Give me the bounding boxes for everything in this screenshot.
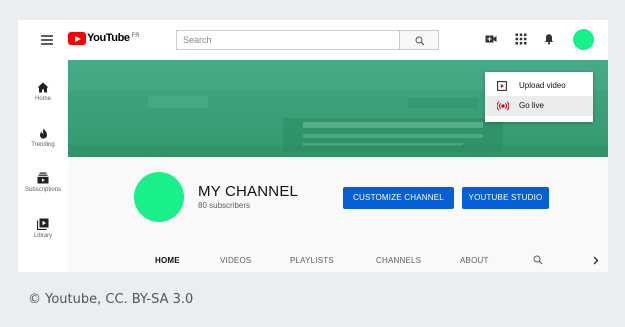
apps-grid-icon[interactable] <box>515 33 527 45</box>
sidebar-item-subscriptions[interactable]: Subscriptions <box>18 172 68 193</box>
channel-avatar[interactable] <box>134 172 184 222</box>
logo-country-code: FR <box>131 33 140 39</box>
image-credit: © Youtube, CC. BY-SA 3.0 <box>28 292 194 307</box>
sidebar-item-home[interactable]: Home <box>18 82 68 102</box>
upload-video-icon <box>497 81 507 91</box>
channel-tabs: HOME VIDEOS PLAYLISTS CHANNELS ABOUT <box>68 250 608 272</box>
youtube-logo[interactable]: YouTube FR <box>68 32 140 46</box>
customize-channel-button[interactable]: CUSTOMIZE CHANNEL <box>343 187 454 209</box>
top-bar: YouTube FR Search <box>18 20 608 60</box>
tab-videos[interactable]: VIDEOS <box>220 256 251 265</box>
channel-header: MY CHANNEL 80 subscribers CUSTOMIZE CHAN… <box>68 157 608 272</box>
menu-item-go-live[interactable]: Go live <box>485 96 593 116</box>
home-icon <box>37 82 49 93</box>
library-icon <box>37 218 49 230</box>
create-menu-dropdown: Upload video Go live <box>485 72 593 122</box>
go-live-icon <box>497 101 509 111</box>
flame-icon <box>39 128 47 139</box>
menu-item-upload-video[interactable]: Upload video <box>485 76 593 96</box>
logo-wordmark: YouTube <box>87 32 130 44</box>
sidebar: Home Trending Subscriptions Library <box>18 60 68 272</box>
tab-home[interactable]: HOME <box>155 256 180 265</box>
sidebar-item-label: Subscriptions <box>24 187 62 193</box>
subscriber-count: 80 subscribers <box>198 201 251 210</box>
create-video-icon[interactable] <box>485 33 497 45</box>
subscriptions-icon <box>37 172 49 184</box>
notifications-bell-icon[interactable] <box>543 33 555 45</box>
tab-about[interactable]: ABOUT <box>460 256 489 265</box>
youtube-window: YouTube FR Search Home Trending Subscrip… <box>18 20 608 272</box>
tab-playlists[interactable]: PLAYLISTS <box>290 256 334 265</box>
chevron-right-icon[interactable] <box>593 256 599 265</box>
sidebar-item-label: Trending <box>31 142 55 148</box>
channel-search-icon[interactable] <box>533 255 543 265</box>
sidebar-item-trending[interactable]: Trending <box>18 128 68 148</box>
search-input[interactable]: Search <box>176 30 400 50</box>
search-icon <box>415 36 425 46</box>
sidebar-item-library[interactable]: Library <box>18 218 68 239</box>
tab-channels[interactable]: CHANNELS <box>376 256 421 265</box>
sidebar-item-label: Home <box>34 96 51 102</box>
search-button[interactable] <box>399 30 439 50</box>
account-avatar[interactable] <box>573 29 594 50</box>
play-logo-icon <box>68 32 86 45</box>
menu-item-label: Upload video <box>519 81 566 90</box>
hamburger-menu-icon[interactable] <box>41 35 53 45</box>
menu-item-label: Go live <box>519 101 544 110</box>
sidebar-item-label: Library <box>33 233 53 239</box>
channel-title: MY CHANNEL <box>198 183 299 200</box>
youtube-studio-button[interactable]: YOUTUBE STUDIO <box>462 187 549 209</box>
